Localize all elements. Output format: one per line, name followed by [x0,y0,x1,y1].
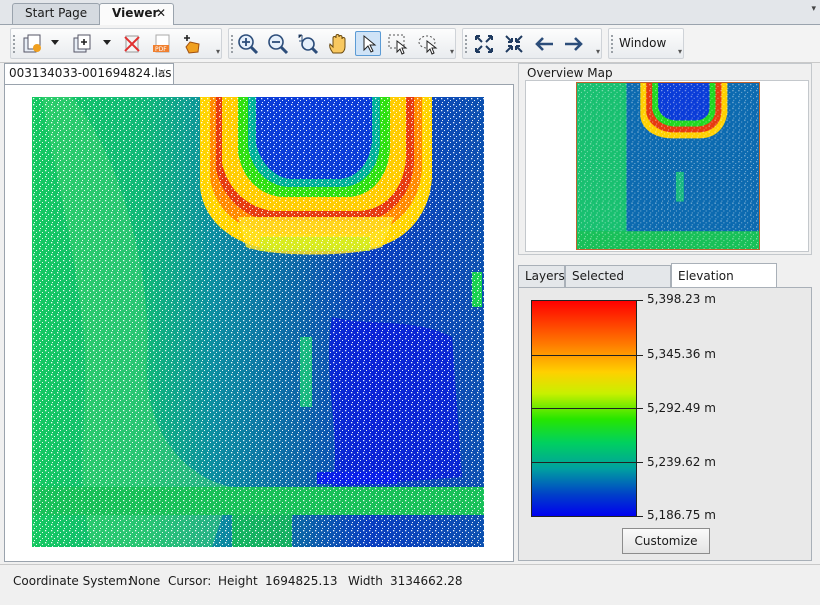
height-label: Height [218,574,258,588]
select-pointer-button[interactable] [355,31,381,56]
legend-value: 5,239.62 m [647,455,716,469]
coordinate-system-label: Coordinate System: [13,574,132,588]
add-layer-dropdown-icon[interactable] [103,40,111,45]
file-toolbar-group: PDF ▾ [10,28,222,59]
lasso-select-icon [418,35,438,55]
customize-button[interactable]: Customize [622,528,710,554]
toolbar-overflow-icon[interactable]: ▾ [216,47,220,56]
legend-value-min: 5,186.75 m [647,508,716,522]
svg-text:PDF: PDF [155,46,167,53]
toolbar-grip[interactable] [465,35,469,53]
rectangle-select-icon [388,34,408,55]
document-tab-strip: Start Page Viewer ✕ ▾ [0,0,820,25]
export-pdf-icon: PDF [153,34,170,53]
zoom-in-icon [238,33,259,54]
zoom-full-icon [475,34,493,53]
tab-start-page-label: Start Page [25,6,88,20]
tab-start-page[interactable]: Start Page [12,3,100,24]
toolbar-grip[interactable] [611,35,615,53]
coordinate-system-value: None [129,574,161,588]
tab-layers-label: Layers [525,269,565,283]
width-value: 3134662.28 [390,574,463,588]
toolbar: PDF ▾ ▾ ▾ Window ▾ [0,25,820,63]
pan-button[interactable] [325,31,351,56]
forward-arrow-icon [565,36,583,51]
back-button[interactable] [531,31,557,56]
toolbar-overflow-icon[interactable]: ▾ [678,47,682,56]
height-value: 1694825.13 [265,574,338,588]
add-file-dropdown-icon[interactable] [51,40,59,45]
tab-viewer[interactable]: Viewer ✕ [99,3,174,25]
tab-selected-features[interactable]: Selected Features [565,265,671,304]
legend-value: 5,292.49 m [647,401,716,415]
legend-value: 5,345.36 m [647,347,716,361]
legend-tick [531,355,643,356]
add-shape-icon [184,34,200,54]
status-bar: Coordinate System: None Cursor: Height 1… [0,564,820,605]
point-cloud-map-canvas[interactable] [32,97,484,547]
remove-layer-icon [124,35,140,52]
back-arrow-icon [535,36,553,51]
legend-tab-bar: Layers Selected Features Elevation Legen… [518,263,812,307]
add-file-button[interactable] [19,31,45,56]
view-toolbar-group: ▾ [462,28,602,59]
toolbar-grip[interactable] [13,35,17,53]
zoom-extent-icon [298,34,319,54]
overview-map-extent[interactable] [576,82,760,250]
zoom-fit-button[interactable] [501,31,527,56]
rectangle-select-button[interactable] [385,31,411,56]
window-menu-button[interactable]: Window [619,36,666,50]
forward-button[interactable] [561,31,587,56]
zoom-out-icon [268,33,289,54]
overview-map-panel: Overview Map [518,63,812,255]
select-pointer-icon [363,34,377,53]
legend-tick [531,300,643,301]
remove-layer-button[interactable] [119,31,145,56]
tab-list-dropdown-icon[interactable]: ▾ [811,4,816,14]
close-icon[interactable]: ✕ [156,4,166,23]
navigation-toolbar-group: ▾ [228,28,456,59]
tab-las-file[interactable]: 003134033-001694824.las ✕ [4,63,174,84]
legend-value-max: 5,398.23 m [647,292,716,306]
legend-tick [531,462,643,463]
tab-elevation-legend[interactable]: Elevation Legend [671,263,777,307]
las-file-tab-label: 003134033-001694824.las [9,66,172,80]
toolbar-overflow-icon[interactable]: ▾ [596,47,600,56]
close-icon[interactable]: ✕ [157,64,167,83]
cursor-label: Cursor: [168,574,212,588]
add-file-icon [23,34,41,52]
zoom-full-button[interactable] [471,31,497,56]
window-toolbar-group: Window ▾ [608,28,684,59]
add-layer-icon [73,34,91,52]
export-pdf-button[interactable]: PDF [149,31,175,56]
pan-hand-icon [329,33,346,53]
tab-layers[interactable]: Layers [518,265,565,287]
toolbar-overflow-icon[interactable]: ▾ [450,47,454,56]
zoom-out-button[interactable] [265,31,291,56]
overview-map-area[interactable] [525,80,809,252]
add-shape-button[interactable] [179,31,205,56]
zoom-in-button[interactable] [235,31,261,56]
width-label: Width [348,574,383,588]
legend-tick [531,516,643,517]
zoom-extent-button[interactable] [295,31,321,56]
zoom-fit-icon [505,34,523,53]
lasso-select-button[interactable] [415,31,441,56]
add-layer-button[interactable] [69,31,95,56]
tab-viewer-label: Viewer [112,6,159,20]
legend-tick [531,408,643,409]
overview-map-title: Overview Map [527,66,613,80]
